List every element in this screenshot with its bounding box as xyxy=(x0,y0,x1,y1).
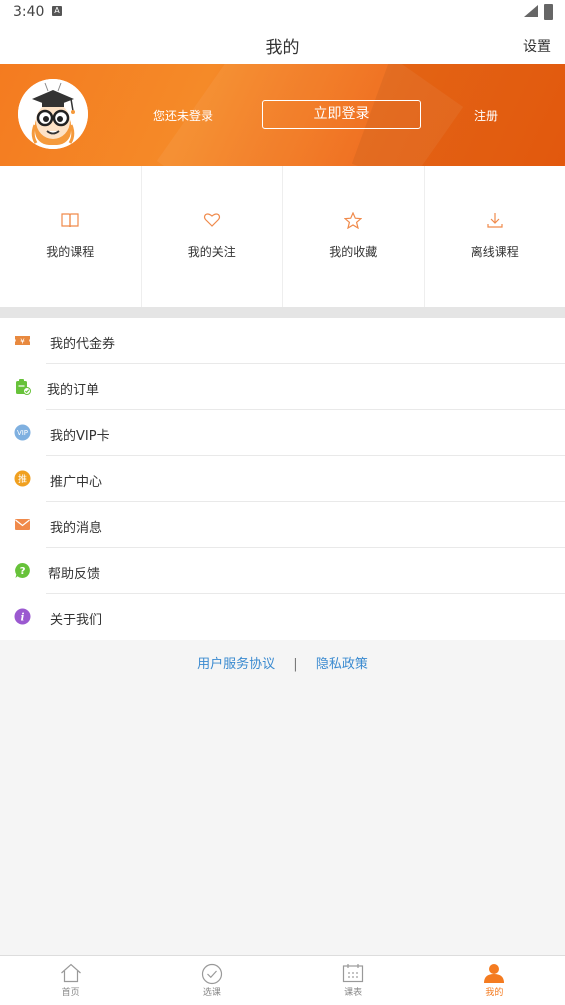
mail-icon xyxy=(14,516,31,533)
order-icon xyxy=(14,378,31,395)
svg-text:VIP: VIP xyxy=(17,429,28,437)
privacy-policy-link[interactable]: 隐私政策 xyxy=(316,657,368,672)
page-title: 我的 xyxy=(0,33,565,58)
notification-icon: A xyxy=(52,6,62,16)
tab-mine[interactable]: 我的 xyxy=(424,956,565,1005)
vip-icon: VIP xyxy=(14,424,31,441)
tab-label: 我的 xyxy=(424,985,565,998)
menu-item-help-feedback[interactable]: ? 帮助反馈 xyxy=(0,548,565,594)
calendar-icon xyxy=(342,963,364,983)
grid-item-label: 我的关注 xyxy=(142,243,283,260)
info-icon: i xyxy=(14,608,31,625)
signal-icon xyxy=(524,5,538,17)
svg-text:i: i xyxy=(21,613,25,624)
tab-schedule[interactable]: 课表 xyxy=(283,956,424,1005)
menu-item-label: 我的代金券 xyxy=(50,333,115,352)
login-button[interactable]: 立即登录 xyxy=(262,100,421,129)
avatar-illustration-icon xyxy=(18,79,88,149)
settings-button[interactable]: 设置 xyxy=(523,36,551,56)
grid-item-my-follows[interactable]: 我的关注 xyxy=(142,166,284,307)
user-agreement-link[interactable]: 用户服务协议 xyxy=(197,657,275,672)
avatar[interactable] xyxy=(18,79,88,149)
status-time: 3:40 xyxy=(13,4,44,20)
battery-icon xyxy=(544,4,553,20)
home-icon xyxy=(60,963,82,983)
menu-list: ¥ 我的代金券 我的订单 VIP 我的VIP卡 推 推广中心 xyxy=(0,318,565,640)
menu-item-messages[interactable]: 我的消息 xyxy=(0,502,565,548)
quick-actions-grid: 我的课程 我的关注 我的收藏 离线课程 xyxy=(0,166,565,307)
grid-item-label: 我的课程 xyxy=(0,243,141,260)
download-icon xyxy=(486,212,504,229)
menu-item-label: 我的消息 xyxy=(50,517,102,536)
tab-label: 选课 xyxy=(141,985,282,998)
menu-item-vip-card[interactable]: VIP 我的VIP卡 xyxy=(0,410,565,456)
promotion-icon: 推 xyxy=(14,470,31,487)
star-icon xyxy=(344,212,362,229)
grid-item-my-favorites[interactable]: 我的收藏 xyxy=(283,166,425,307)
grid-item-label: 离线课程 xyxy=(425,243,565,260)
menu-item-vouchers[interactable]: ¥ 我的代金券 xyxy=(0,318,565,364)
menu-item-label: 我的订单 xyxy=(47,379,99,398)
top-bar: 我的 设置 xyxy=(0,24,565,64)
menu-item-label: 帮助反馈 xyxy=(48,563,100,582)
tab-label: 课表 xyxy=(283,985,424,998)
grid-item-my-courses[interactable]: 我的课程 xyxy=(0,166,142,307)
section-divider xyxy=(0,307,565,318)
heart-icon xyxy=(203,212,221,228)
menu-item-label: 关于我们 xyxy=(50,609,102,628)
footer-links: 用户服务协议 | 隐私政策 xyxy=(0,653,565,672)
menu-item-promotion-center[interactable]: 推 推广中心 xyxy=(0,456,565,502)
guest-status-text: 您还未登录 xyxy=(153,107,213,124)
tab-label: 首页 xyxy=(0,985,141,998)
menu-item-about-us[interactable]: i 关于我们 xyxy=(0,594,565,640)
person-icon xyxy=(483,963,505,983)
status-bar: 3:40 A xyxy=(0,0,565,24)
menu-item-orders[interactable]: 我的订单 xyxy=(0,364,565,410)
tab-home[interactable]: 首页 xyxy=(0,956,141,1005)
svg-text:?: ? xyxy=(20,566,26,577)
menu-item-label: 推广中心 xyxy=(50,471,102,490)
voucher-icon: ¥ xyxy=(14,332,31,349)
grid-item-label: 我的收藏 xyxy=(283,243,424,260)
bottom-tab-bar: 首页 选课 课表 我的 xyxy=(0,955,565,1005)
menu-item-label: 我的VIP卡 xyxy=(50,425,110,444)
svg-text:推: 推 xyxy=(18,473,27,485)
svg-text:¥: ¥ xyxy=(20,338,25,346)
tab-course-selection[interactable]: 选课 xyxy=(141,956,282,1005)
profile-banner: 您还未登录 立即登录 注册 xyxy=(0,64,565,166)
book-icon xyxy=(61,212,79,228)
link-divider: | xyxy=(293,657,297,672)
check-circle-icon xyxy=(201,963,223,985)
grid-item-offline-courses[interactable]: 离线课程 xyxy=(425,166,565,307)
help-icon: ? xyxy=(14,562,31,579)
register-link[interactable]: 注册 xyxy=(474,107,498,124)
